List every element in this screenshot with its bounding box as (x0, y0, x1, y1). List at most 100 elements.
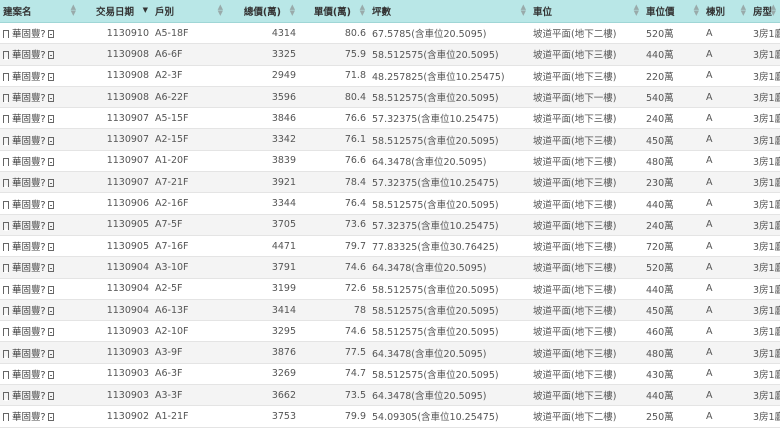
column-header-name[interactable]: 建案名 ▲ ▼ (0, 0, 80, 23)
project-name[interactable]: 華固豐? (12, 349, 46, 360)
sort-arrows-icon[interactable]: ▲ ▼ (771, 4, 776, 17)
project-name[interactable]: 華固豐? (12, 50, 46, 61)
column-header-parking_price[interactable]: 車位價 ▲ ▼ (643, 0, 703, 23)
bookmark-icon[interactable] (3, 200, 9, 210)
table-row[interactable]: 華固豐? 1130908 A6-22F 3596 80.4 58.512575(含車位20… (0, 86, 780, 109)
table-row[interactable]: 華固豐? 1130905 A7-5F 3705 73.6 57.32375(含車位10.2… (0, 214, 780, 236)
bookmark-icon[interactable] (3, 115, 9, 125)
bookmark-icon[interactable] (3, 51, 9, 61)
bookmark-icon[interactable] (3, 179, 9, 189)
sort-arrows-icon[interactable]: ▲ ▼ (521, 4, 526, 17)
table-row[interactable]: 華固豐? 1130903 A2-10F 3295 74.6 58.512575(含車位20… (0, 320, 780, 343)
document-icon[interactable] (47, 200, 54, 209)
table-row[interactable]: 華固豐? 1130908 A6-6F 3325 75.9 58.512575(含車位20.… (0, 43, 780, 66)
document-icon[interactable] (47, 285, 54, 294)
bookmark-icon[interactable] (3, 370, 9, 380)
bookmark-icon[interactable] (3, 307, 9, 316)
project-name[interactable]: 華固豐? (12, 391, 46, 402)
sort-arrows-icon[interactable]: ▲ ▼ (741, 4, 746, 17)
document-icon[interactable] (47, 392, 54, 401)
document-icon[interactable] (47, 413, 54, 422)
document-icon[interactable] (47, 72, 54, 81)
column-header-parking[interactable]: 車位 ▲ ▼ (530, 0, 643, 23)
project-name[interactable]: 華固豐? (12, 327, 46, 338)
bookmark-icon[interactable] (3, 285, 9, 295)
table-row[interactable]: 華固豐? 1130904 A3-10F 3791 74.6 64.3478(含車位20.5… (0, 256, 780, 279)
table-row[interactable]: 華固豐? 1130910 A5-18F 4314 80.6 67.5785(含車位20.5… (0, 22, 780, 45)
cell-building: A (703, 86, 750, 109)
column-header-building[interactable]: 棟別 ▲ ▼ (703, 0, 750, 23)
sort-arrows-icon[interactable]: ▲ ▼ (71, 4, 76, 17)
document-icon[interactable] (47, 370, 54, 379)
column-header-area[interactable]: 坪數 ▲ ▼ (369, 0, 530, 23)
project-name[interactable]: 華固豐? (12, 412, 46, 423)
column-header-date[interactable]: 交易日期 ▼ (80, 0, 152, 23)
document-icon[interactable] (47, 243, 54, 252)
project-name[interactable]: 華固豐? (12, 93, 46, 104)
document-icon[interactable] (47, 264, 54, 273)
bookmark-icon[interactable] (3, 349, 9, 359)
table-row[interactable]: 華固豐? 1130906 A2-16F 3344 76.4 58.512575(含車位20… (0, 192, 780, 215)
bookmark-icon[interactable] (3, 30, 9, 40)
bookmark-icon[interactable] (3, 392, 9, 402)
table-row[interactable]: 華固豐? 1130907 A5-15F 3846 76.6 57.32375(含車位10.… (0, 107, 780, 130)
document-icon[interactable] (47, 136, 54, 145)
bookmark-icon[interactable] (3, 413, 9, 423)
document-icon[interactable] (47, 51, 54, 60)
cell-parking_price: 430萬 (643, 363, 703, 386)
cell-total: 3325 (227, 43, 299, 66)
bookmark-icon[interactable] (3, 243, 9, 253)
sort-arrows-icon[interactable]: ▲ ▼ (634, 4, 639, 17)
table-row[interactable]: 華固豐? 1130903 A3-9F 3876 77.5 64.3478(含車位20.50… (0, 341, 780, 364)
column-header-total[interactable]: 總價(萬) ▲ ▼ (227, 0, 299, 23)
table-row[interactable]: 華固豐? 1130903 A6-3F 3269 74.7 58.512575(含車位20.… (0, 363, 780, 386)
document-icon[interactable] (47, 179, 54, 188)
column-header-price[interactable]: 單價(萬) ▲ ▼ (299, 0, 369, 23)
project-name[interactable]: 華固豐? (12, 178, 46, 189)
table-row[interactable]: 華固豐? 1130904 A2-5F 3199 72.6 58.512575(含車位20.… (0, 278, 780, 300)
bookmark-icon[interactable] (3, 157, 9, 167)
bookmark-icon[interactable] (3, 94, 9, 104)
document-icon[interactable] (47, 115, 54, 124)
sort-arrows-icon[interactable]: ▼ (143, 7, 148, 14)
column-header-layout[interactable]: 房型 ▲ ▼ (750, 0, 780, 23)
project-name[interactable]: 華固豐? (12, 29, 46, 40)
cell-parking_price: 450萬 (643, 299, 703, 322)
project-name[interactable]: 華固豐? (12, 285, 46, 296)
table-row[interactable]: 華固豐? 1130905 A7-16F 4471 79.7 77.83325(含車位30.… (0, 235, 780, 258)
table-row[interactable]: 華固豐? 1130907 A2-15F 3342 76.1 58.512575(含車位20… (0, 128, 780, 151)
project-name[interactable]: 華固豐? (12, 114, 46, 125)
project-name[interactable]: 華固豐? (12, 221, 46, 232)
bookmark-icon[interactable] (3, 72, 9, 82)
document-icon[interactable] (47, 221, 54, 230)
document-icon[interactable] (47, 157, 54, 166)
bookmark-icon[interactable] (3, 136, 9, 146)
table-row[interactable]: 華固豐? 1130908 A2-3F 2949 71.8 48.257825(含車位10.… (0, 65, 780, 87)
document-icon[interactable] (47, 30, 54, 39)
bookmark-icon[interactable] (3, 328, 9, 338)
sort-arrows-icon[interactable]: ▲ ▼ (218, 4, 223, 17)
project-name[interactable]: 華固豐? (12, 136, 46, 147)
sort-arrows-icon[interactable]: ▲ ▼ (290, 4, 295, 17)
sort-arrows-icon[interactable]: ▲ ▼ (360, 4, 365, 17)
sort-arrows-icon[interactable]: ▲ ▼ (694, 4, 699, 17)
table-row[interactable]: 華固豐? 1130903 A3-3F 3662 73.5 64.3478(含車位20.50… (0, 384, 780, 407)
project-name[interactable]: 華固豐? (12, 263, 46, 274)
document-icon[interactable] (47, 328, 54, 337)
project-name[interactable]: 華固豐? (12, 306, 46, 317)
project-name[interactable]: 華固豐? (12, 157, 46, 168)
bookmark-icon[interactable] (3, 264, 9, 274)
table-row[interactable]: 華固豐? 1130907 A1-20F 3839 76.6 64.3478(含車位20.5… (0, 150, 780, 173)
document-icon[interactable] (47, 94, 54, 103)
project-name[interactable]: 華固豐? (12, 370, 46, 381)
bookmark-icon[interactable] (3, 221, 9, 231)
column-header-unit[interactable]: 戶別 ▲ ▼ (152, 0, 227, 23)
project-name[interactable]: 華固豐? (12, 72, 46, 83)
table-row[interactable]: 華固豐? 1130904 A6-13F 3414 78 58.512575(含車位20.5… (0, 299, 780, 322)
table-row[interactable]: 華固豐? 1130907 A7-21F 3921 78.4 57.32375(含車位10.… (0, 171, 780, 194)
document-icon[interactable] (47, 307, 54, 315)
document-icon[interactable] (47, 349, 54, 358)
table-row[interactable]: 華固豐? 1130902 A1-21F 3753 79.9 54.09305(含車位10.… (0, 405, 780, 428)
project-name[interactable]: 華固豐? (12, 200, 46, 211)
project-name[interactable]: 華固豐? (12, 242, 46, 253)
